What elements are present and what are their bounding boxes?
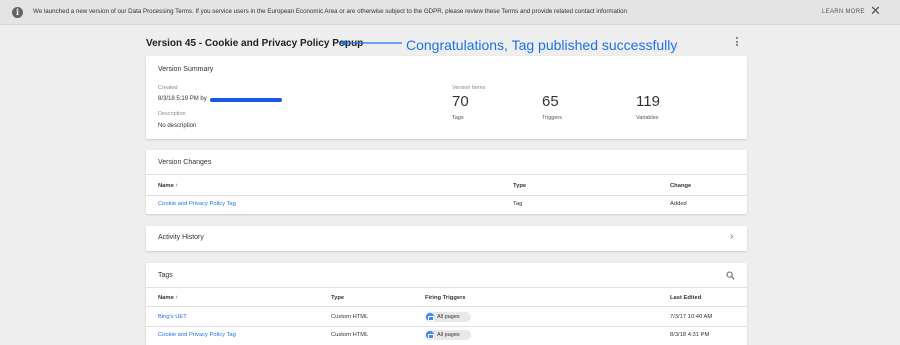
- publish-success-annotation: Congratulations, Tag published successfu…: [406, 37, 678, 53]
- gdpr-banner: i We launched a new version of our Data …: [0, 0, 900, 25]
- info-icon: i: [12, 7, 23, 18]
- divider: [146, 306, 747, 307]
- created-label: Created: [158, 85, 178, 91]
- tags-count-label: Tags: [452, 115, 464, 121]
- variables-count: 119: [636, 93, 660, 110]
- divider: [146, 326, 747, 327]
- banner-message: We launched a new version of our Data Pr…: [33, 8, 627, 15]
- name-column-header[interactable]: Name ↑: [158, 183, 178, 189]
- firing-triggers-column-header: Firing Triggers: [425, 295, 466, 301]
- close-icon[interactable]: ✕: [870, 4, 881, 18]
- name-column-header[interactable]: Name ↑: [158, 295, 178, 301]
- tags-count: 70: [452, 93, 469, 110]
- change-row-change: Added: [670, 201, 687, 207]
- pageview-trigger-icon: [426, 331, 434, 339]
- description-label: Description: [158, 111, 186, 117]
- redacted-author: [210, 98, 282, 102]
- chevron-right-icon[interactable]: ›: [730, 231, 733, 242]
- last-edited-column-header: Last Edited: [670, 295, 702, 301]
- trigger-chip[interactable]: All pages: [425, 312, 471, 322]
- arrow-left-icon: [340, 40, 402, 46]
- version-changes-card: Version Changes Name ↑ Type Change Cooki…: [146, 150, 747, 214]
- tag-row-last-edited: 8/3/18 4:31 PM: [670, 332, 710, 338]
- triggers-count-label: Triggers: [542, 115, 562, 121]
- version-changes-title: Version Changes: [158, 159, 212, 166]
- divider: [146, 287, 747, 288]
- variables-count-label: Variables: [636, 115, 659, 121]
- tag-row-name-link[interactable]: Bing's UET: [158, 314, 187, 320]
- version-summary-title: Version Summary: [158, 66, 214, 73]
- trigger-chip[interactable]: All pages: [425, 330, 471, 340]
- created-value: 8/3/18 5:19 PM by: [158, 96, 207, 102]
- tags-title: Tags: [158, 272, 173, 279]
- trigger-chip-label: All pages: [437, 314, 460, 320]
- change-row-type: Tag: [513, 201, 523, 207]
- activity-history-title: Activity History: [158, 234, 204, 241]
- description-value: No description: [158, 123, 197, 129]
- trigger-chip-label: All pages: [437, 332, 460, 338]
- divider: [146, 174, 747, 175]
- tag-row-type: Custom HTML: [331, 314, 369, 320]
- change-row-name-link[interactable]: Cookie and Privacy Policy Tag: [158, 201, 236, 207]
- tag-row-name-link[interactable]: Cookie and Privacy Policy Tag: [158, 332, 236, 338]
- tag-row-last-edited: 7/3/17 10:40 AM: [670, 314, 713, 320]
- pageview-trigger-icon: [426, 313, 434, 321]
- type-column-header: Type: [513, 183, 527, 189]
- activity-history-card[interactable]: Activity History ›: [146, 226, 747, 251]
- version-items-label: Version Items: [452, 85, 486, 91]
- type-column-header: Type: [331, 295, 345, 301]
- triggers-count: 65: [542, 93, 559, 110]
- learn-more-button[interactable]: LEARN MORE: [822, 9, 865, 15]
- search-icon[interactable]: [726, 271, 735, 280]
- version-summary-card: Version Summary Created 8/3/18 5:19 PM b…: [146, 56, 747, 139]
- tag-row-type: Custom HTML: [331, 332, 369, 338]
- change-column-header: Change: [670, 183, 692, 189]
- tags-card: Tags Name ↑ Type Firing Triggers Last Ed…: [146, 263, 747, 345]
- divider: [146, 195, 747, 196]
- more-vert-icon[interactable]: [734, 37, 740, 49]
- page-title: Version 45 - Cookie and Privacy Policy P…: [146, 38, 364, 49]
